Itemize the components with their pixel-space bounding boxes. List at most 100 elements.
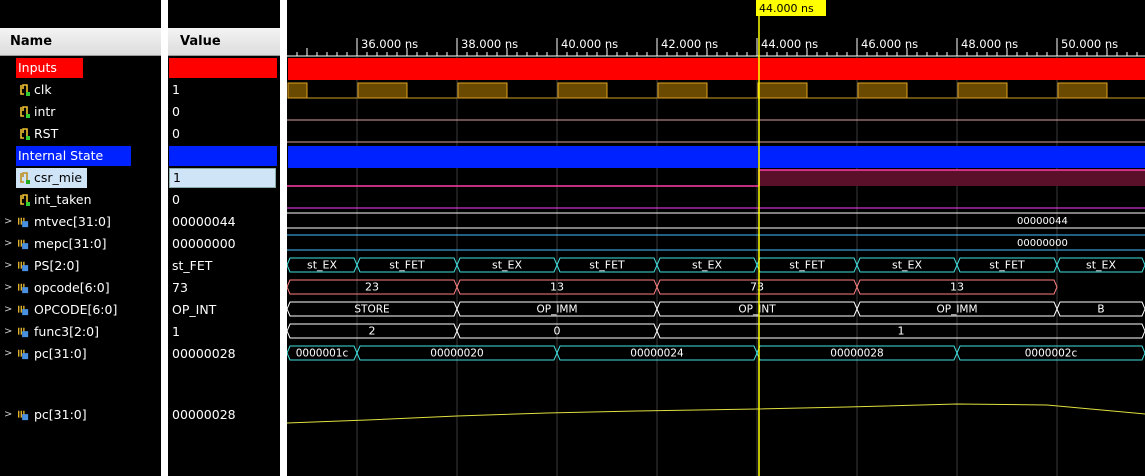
- signal-name-opcode-enum: OPCODE[6:0]: [34, 302, 118, 317]
- opcode-segment-label: 13: [550, 281, 564, 294]
- ruler-label: 38.000 ns: [461, 37, 518, 51]
- clk-high-pulse: [557, 82, 608, 99]
- signal-name-intr: intr: [34, 104, 56, 119]
- wave-opcode: 23 13 73 13: [287, 279, 1058, 295]
- wave-internal-state-group: [288, 146, 758, 168]
- mepc-value-label: 00000000: [1017, 238, 1068, 249]
- pc-segment-label: 0000001c: [296, 348, 349, 360]
- expand-chevron-icon[interactable]: >: [4, 211, 12, 233]
- signal-name-csr-mie: csr_mie: [34, 170, 83, 185]
- bus-signal-icon: [18, 239, 29, 250]
- value-pc: 00000028: [172, 346, 236, 361]
- wave-OPCODE: STORE OP_IMM OP_INT OP_IMM B: [287, 301, 1145, 317]
- expand-chevron-icon[interactable]: >: [4, 343, 12, 365]
- ruler-label: 40.000 ns: [561, 37, 618, 51]
- ps-segment-label: st_FET: [789, 259, 825, 272]
- time-ruler[interactable]: 36.000 ns 38.000 ns 40.000 ns 42.000 ns 44.0…: [287, 37, 1145, 57]
- signal-name-int-taken: int_taken: [34, 192, 92, 207]
- value-rst: 0: [172, 126, 180, 141]
- group-value-internal-state: [169, 146, 277, 166]
- bus-signal-icon: [18, 217, 29, 228]
- bus-signal-icon: [18, 261, 29, 272]
- pc-segment-label: 00000020: [430, 348, 483, 360]
- wave-func3: 2 0 1: [287, 323, 1145, 339]
- name-column-header[interactable]: Name: [0, 28, 161, 56]
- signal-row-opcode[interactable]: > opcode[6:0]: [0, 277, 161, 299]
- wave-mtvec: 00000044: [287, 212, 1145, 229]
- value-func3: 1: [172, 324, 180, 339]
- value-column-header[interactable]: Value: [168, 28, 280, 56]
- wave-clk: [287, 82, 1145, 99]
- signal-name-pc-analog: pc[31:0]: [34, 407, 87, 422]
- cursor-label: 44.000 ns: [759, 2, 814, 15]
- pc-segment-label: 00000028: [830, 348, 883, 360]
- opcode-segment-label: 23: [365, 281, 379, 294]
- clk-high-pulse: [757, 82, 808, 99]
- bit-signal-icon: [20, 172, 30, 184]
- signal-row-internal-state[interactable]: Internal State: [0, 145, 161, 167]
- signal-row-clk[interactable]: clk: [0, 79, 161, 101]
- ps-segment-label: st_EX: [492, 259, 522, 272]
- mtvec-value-label: 00000044: [1017, 216, 1068, 227]
- bit-signal-icon: [20, 128, 30, 140]
- wave-pc-analog: [287, 403, 1145, 424]
- column-splitter[interactable]: [161, 0, 168, 476]
- group-label-internal-state: Internal State: [16, 146, 131, 166]
- signal-row-int-taken[interactable]: int_taken: [0, 189, 161, 211]
- value-row-csr-mie[interactable]: 1: [168, 167, 280, 189]
- bit-signal-icon: [20, 84, 30, 96]
- expand-chevron-icon[interactable]: >: [4, 277, 12, 299]
- bit-signal-icon: [20, 106, 30, 118]
- bus-signal-icon: [18, 283, 29, 294]
- value-row-inputs[interactable]: [168, 57, 280, 79]
- pc-segment-label: 0000002c: [1025, 348, 1078, 360]
- OPCODE-segment-label: STORE: [354, 304, 389, 316]
- ps-segment-label: st_FET: [589, 259, 625, 272]
- wave-mepc: 00000000: [287, 234, 1145, 251]
- signal-name-clk: clk: [34, 82, 52, 97]
- expand-chevron-icon[interactable]: >: [4, 299, 12, 321]
- ps-segment-label: st_FET: [989, 259, 1025, 272]
- ps-segment-label: st_EX: [892, 259, 922, 272]
- signal-row-mepc[interactable]: > mepc[31:0]: [0, 233, 161, 255]
- clk-high-pulse: [287, 82, 308, 99]
- OPCODE-segment-label: OP_IMM: [936, 304, 977, 316]
- wave-splitter[interactable]: [280, 0, 287, 476]
- wave-pc: 0000001c 00000020 00000024 00000028 0000002c: [287, 345, 1145, 361]
- OPCODE-segment-label: B: [1097, 304, 1104, 316]
- value-opcode: 73: [172, 280, 188, 295]
- signal-row-intr[interactable]: intr: [0, 101, 161, 123]
- signal-row-func3[interactable]: > func3[2:0]: [0, 321, 161, 343]
- ruler-label: 48.000 ns: [961, 37, 1018, 51]
- signal-row-mtvec[interactable]: > mtvec[31:0]: [0, 211, 161, 233]
- signal-row-rst[interactable]: RST: [0, 123, 161, 145]
- signal-row-ps[interactable]: > PS[2:0]: [0, 255, 161, 277]
- expand-chevron-icon[interactable]: >: [4, 404, 12, 426]
- value-pc-analog: 00000028: [172, 407, 236, 422]
- ruler-label: 46.000 ns: [861, 37, 918, 51]
- ps-segment-label: st_FET: [389, 259, 425, 272]
- group-value-inputs: [169, 58, 277, 78]
- opcode-segment-label: 73: [750, 281, 764, 294]
- expand-chevron-icon[interactable]: >: [4, 255, 12, 277]
- signal-row-opcode-enum[interactable]: > OPCODE[6:0]: [0, 299, 161, 321]
- signal-name-opcode: opcode[6:0]: [34, 280, 110, 295]
- waveform-canvas[interactable]: 36.000 ns 38.000 ns 40.000 ns 42.000 ns 44.0…: [287, 0, 1145, 476]
- signal-row-csr-mie[interactable]: csr_mie: [0, 167, 161, 189]
- signal-row-inputs[interactable]: Inputs: [0, 57, 161, 79]
- ruler-label: 50.000 ns: [1061, 37, 1118, 51]
- signal-name-rst: RST: [34, 126, 59, 141]
- value-int-taken: 0: [172, 192, 180, 207]
- signal-row-pc-analog[interactable]: > pc[31:0]: [0, 404, 161, 426]
- signal-row-pc[interactable]: > pc[31:0]: [0, 343, 161, 365]
- value-mepc: 00000000: [172, 236, 236, 251]
- signal-name-func3: func3[2:0]: [34, 324, 99, 339]
- expand-chevron-icon[interactable]: >: [4, 321, 12, 343]
- ps-segment-label: st_EX: [1086, 259, 1116, 272]
- value-mtvec: 00000044: [172, 214, 236, 229]
- value-row-internal-state[interactable]: [168, 145, 280, 167]
- value-clk: 1: [172, 82, 180, 97]
- bit-signal-icon: [20, 194, 30, 206]
- expand-chevron-icon[interactable]: >: [4, 233, 12, 255]
- wave-inputs-group: [288, 58, 1145, 80]
